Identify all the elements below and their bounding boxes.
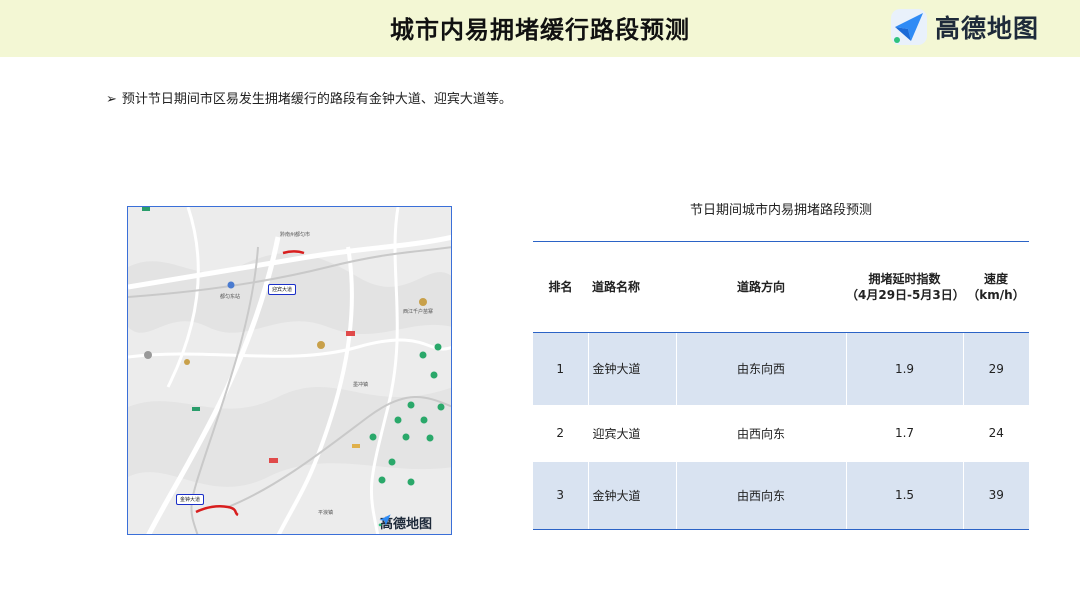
cell-speed: 24: [962, 404, 1029, 462]
header-direction: 道路方向: [676, 241, 846, 333]
cell-direction: 由西向东: [675, 461, 846, 530]
table-row: 2 迎宾大道 由西向东 1.7 24: [533, 404, 1029, 462]
traffic-map: 黔南州都匀市 迎宾大道 都匀东站 西江千户苗寨 墨冲镇 平浪镇 金钟大道 高德地…: [127, 206, 452, 535]
table-title: 节日期间城市内易拥堵路段预测: [689, 203, 872, 218]
header-bar: 城市内易拥堵缓行路段预测 高德地图: [0, 0, 1080, 57]
amap-arrow-icon: [378, 514, 391, 527]
cell-speed: 39: [962, 461, 1029, 530]
header-index-line2: （4月29日-5月3日）: [846, 288, 965, 302]
table-row: 3 金钟大道 由西向东 1.5 39: [533, 461, 1029, 530]
map-label-city: 黔南州都匀市: [280, 232, 311, 238]
summary-line: ➢ 预计节日期间市区易发生拥堵缓行的路段有金钟大道、迎宾大道等。: [106, 88, 512, 107]
map-label-station: 都匀东站: [220, 294, 241, 300]
logo-text: 高德地图: [935, 14, 1040, 43]
cell-road: 迎宾大道: [587, 404, 676, 462]
cell-index: 1.5: [845, 461, 963, 530]
map-amap-logo: 高德地图: [378, 513, 432, 532]
header-road: 道路名称: [588, 241, 676, 333]
map-label-scenic: 西江千户苗寨: [403, 309, 434, 315]
cell-direction: 由东向西: [675, 332, 846, 405]
cell-direction: 由西向东: [675, 404, 846, 462]
header-speed: 速度 （km/h）: [963, 241, 1029, 333]
map-label-village: 平浪镇: [318, 510, 334, 516]
map-road-tag-yingbin: 迎宾大道: [268, 284, 297, 295]
map-terrain: [128, 207, 451, 534]
header-index-line1: 拥堵延时指数: [868, 271, 941, 286]
summary-text: 预计节日期间市区易发生拥堵缓行的路段有金钟大道、迎宾大道等。: [121, 92, 512, 107]
map-label-town: 墨冲镇: [353, 382, 369, 388]
cell-rank: 3: [533, 461, 588, 530]
cell-index: 1.9: [845, 332, 963, 405]
cell-rank: 1: [533, 332, 588, 405]
cell-rank: 2: [533, 404, 588, 462]
amap-logo: 高德地图: [889, 7, 1039, 47]
table-header-row: 排名 道路名称 道路方向 拥堵延时指数 （4月29日-5月3日） 速度 （km/…: [533, 241, 1029, 333]
header-index: 拥堵延时指数 （4月29日-5月3日）: [846, 241, 965, 333]
cell-road: 金钟大道: [587, 461, 676, 530]
table-row: 1 金钟大道 由东向西 1.9 29: [533, 332, 1029, 405]
header-speed-line2: （km/h）: [967, 288, 1025, 302]
congestion-table: 排名 道路名称 道路方向 拥堵延时指数 （4月29日-5月3日） 速度 （km/…: [533, 241, 1029, 530]
header-rank: 排名: [533, 241, 588, 333]
cell-index: 1.7: [845, 404, 963, 462]
cell-speed: 29: [962, 332, 1029, 405]
cell-road: 金钟大道: [587, 332, 676, 405]
map-road-tag-jinzhong: 金钟大道: [176, 494, 205, 505]
bullet-arrow-icon: ➢: [106, 92, 117, 107]
amap-arrow-icon: [891, 9, 927, 45]
header-speed-line1: 速度: [983, 271, 1008, 286]
